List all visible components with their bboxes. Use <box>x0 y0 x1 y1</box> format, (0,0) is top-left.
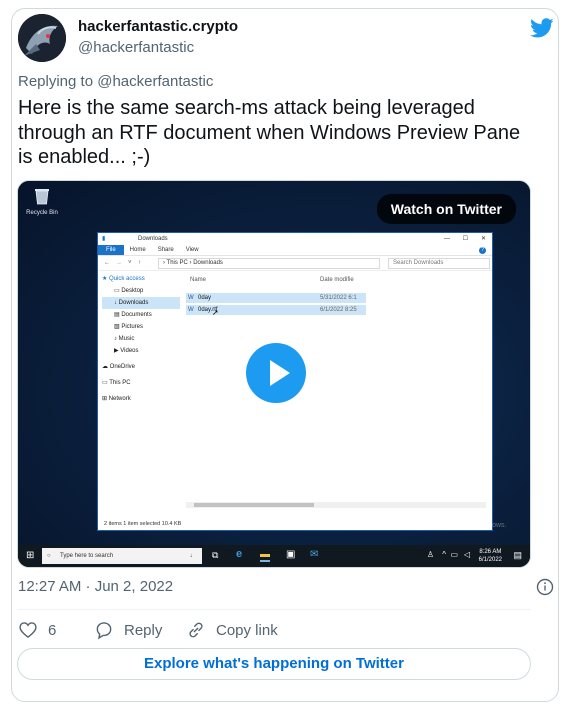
search-icon: ○ <box>47 553 51 559</box>
ribbon-tab-share[interactable]: Share <box>152 245 180 255</box>
recycle-bin-desktop-icon: Recycle Bin <box>26 187 58 216</box>
minimize-icon[interactable]: — <box>444 233 450 245</box>
link-icon <box>189 622 203 638</box>
watch-on-twitter-button[interactable]: Watch on Twitter <box>376 194 516 224</box>
close-icon[interactable]: ✕ <box>481 233 486 245</box>
word-file-icon: W <box>188 307 194 313</box>
ribbon-tab-file[interactable]: File <box>98 245 124 255</box>
people-icon[interactable]: ♙ <box>427 550 434 559</box>
file-row[interactable]: W 0day.rtf 6/1/2022 8:25 ➚ <box>186 305 366 317</box>
file-date: 6/1/2022 8:25 <box>320 307 357 313</box>
video-media[interactable]: Recycle Bin Watch on Twitter ▮ Downloads… <box>17 180 531 568</box>
explorer-search-input[interactable]: Search Downloads <box>388 258 490 269</box>
clock-time: 8:26 AM <box>479 549 502 555</box>
explorer-ribbon: File Home Share View ? <box>98 245 492 256</box>
nav-item-videos[interactable]: ▶ Videos <box>102 345 180 357</box>
nav-item-music[interactable]: ♪ Music <box>102 333 180 345</box>
nav-item-onedrive[interactable]: ☁ OneDrive <box>102 361 180 373</box>
file-row[interactable]: W 0day 5/31/2022 6:1 <box>186 293 366 303</box>
word-file-icon: W <box>188 295 194 301</box>
forward-arrow-icon[interactable]: → <box>116 256 122 270</box>
file-date: 5/31/2022 6:1 <box>320 295 357 301</box>
copy-link-label: Copy link <box>216 621 278 639</box>
nav-item-desktop[interactable]: ▭ Desktop <box>102 285 180 297</box>
like-count: 6 <box>48 621 57 639</box>
folder-icon: ▮ <box>102 236 106 242</box>
explorer-address-row: ← → ˅ ↑ › This PC › Downloads Search Dow… <box>98 256 492 271</box>
windows-start-icon[interactable]: ⊞ <box>26 550 34 561</box>
info-icon[interactable] <box>536 578 554 596</box>
nav-item-this-pc[interactable]: ▭ This PC <box>102 377 180 389</box>
reply-bubble-icon <box>96 622 112 640</box>
tweet-text: Here is the same search-ms attack being … <box>18 97 521 168</box>
windows-taskbar: ⊞ ○ Type here to search ♩ ⧉ e ▬ ▣ ✉ ♙ ^ … <box>18 545 530 567</box>
recent-chevron-icon[interactable]: ˅ <box>128 256 132 270</box>
explorer-title: Downloads <box>138 236 168 242</box>
reply-label: Reply <box>124 621 163 639</box>
like-button[interactable]: 6 <box>18 620 56 640</box>
nav-item-downloads[interactable]: ↓ Downloads <box>102 297 180 309</box>
tweet-timestamp[interactable]: 12:27 AM · Jun 2, 2022 <box>18 578 173 595</box>
nav-item-documents[interactable]: ▤ Documents <box>102 309 180 321</box>
column-header-date[interactable]: Date modifie <box>320 277 354 283</box>
nav-item-pictures[interactable]: ▧ Pictures <box>102 321 180 333</box>
author-handle[interactable]: @hackerfantastic <box>78 39 194 56</box>
avatar[interactable] <box>18 14 66 62</box>
column-header-name[interactable]: Name <box>190 277 206 283</box>
recycle-bin-icon <box>35 189 49 205</box>
ribbon-tab-home[interactable]: Home <box>124 245 152 255</box>
copy-link-button[interactable]: Copy link <box>186 620 278 640</box>
explorer-status-bar: 2 items 1 item selected 10.4 KB <box>104 521 182 527</box>
file-explorer-taskbar-icon[interactable]: ▬ <box>260 549 270 562</box>
mail-icon[interactable]: ✉ <box>310 549 318 560</box>
horizontal-scrollbar[interactable] <box>186 502 486 508</box>
ribbon-tab-view[interactable]: View <box>180 245 205 255</box>
recycle-bin-label: Recycle Bin <box>26 210 58 216</box>
play-button[interactable] <box>246 343 306 403</box>
explorer-nav-pane: ★ Quick access ▭ Desktop ↓ Downloads ▤ D… <box>102 273 180 405</box>
help-icon[interactable]: ? <box>479 246 486 254</box>
activate-windows-title: Activate Windows <box>396 509 475 520</box>
store-icon[interactable]: ▣ <box>286 549 295 560</box>
back-arrow-icon[interactable]: ← <box>104 256 110 270</box>
replying-to: Replying to @hackerfantastic <box>18 73 213 90</box>
reply-button[interactable]: Reply <box>94 620 162 640</box>
notification-icon[interactable]: ▤ <box>513 550 522 561</box>
taskbar-clock[interactable]: 8:26 AM 6/1/2022 <box>479 548 502 564</box>
maximize-icon[interactable]: ☐ <box>463 233 468 245</box>
nav-item-quick-access[interactable]: ★ Quick access <box>102 273 180 285</box>
address-path: › This PC › Downloads <box>163 260 223 266</box>
edge-icon[interactable]: e <box>236 548 242 560</box>
explore-twitter-button[interactable]: Explore what's happening on Twitter <box>17 648 531 680</box>
replying-target-link[interactable]: @hackerfantastic <box>97 73 213 90</box>
up-arrow-icon[interactable]: ↑ <box>138 256 141 270</box>
replying-prefix: Replying to <box>18 73 94 90</box>
nav-item-network[interactable]: ⊞ Network <box>102 393 180 405</box>
chevron-up-icon[interactable]: ^ <box>442 550 446 559</box>
taskbar-search-placeholder: Type here to search <box>60 553 114 559</box>
microphone-icon[interactable]: ♩ <box>190 548 196 564</box>
explorer-file-list: Name Date modifie W 0day 5/31/2022 6:1 W… <box>186 273 490 518</box>
task-view-icon[interactable]: ⧉ <box>212 550 218 561</box>
explorer-title-bar: ▮ Downloads — ☐ ✕ <box>98 233 492 245</box>
volume-icon[interactable]: ◁ <box>464 550 470 559</box>
clock-date: 6/1/2022 <box>478 557 502 563</box>
scrollbar-thumb[interactable] <box>194 503 314 507</box>
mouse-cursor-icon: ➚ <box>212 308 219 317</box>
taskbar-search-input[interactable]: ○ Type here to search ♩ <box>42 548 202 564</box>
author-display-name[interactable]: hackerfantastic.crypto <box>78 18 238 35</box>
activate-windows-subtitle: Go to Settings to activate Windows. <box>396 522 507 529</box>
address-bar[interactable]: › This PC › Downloads <box>158 258 380 269</box>
divider <box>17 609 531 610</box>
explorer-search-placeholder: Search Downloads <box>393 260 444 266</box>
heart-icon <box>19 622 37 638</box>
play-icon <box>270 360 290 386</box>
twitter-bird-icon[interactable] <box>530 16 554 40</box>
file-name: 0day <box>198 295 212 301</box>
network-icon[interactable]: ▭ <box>450 550 458 559</box>
